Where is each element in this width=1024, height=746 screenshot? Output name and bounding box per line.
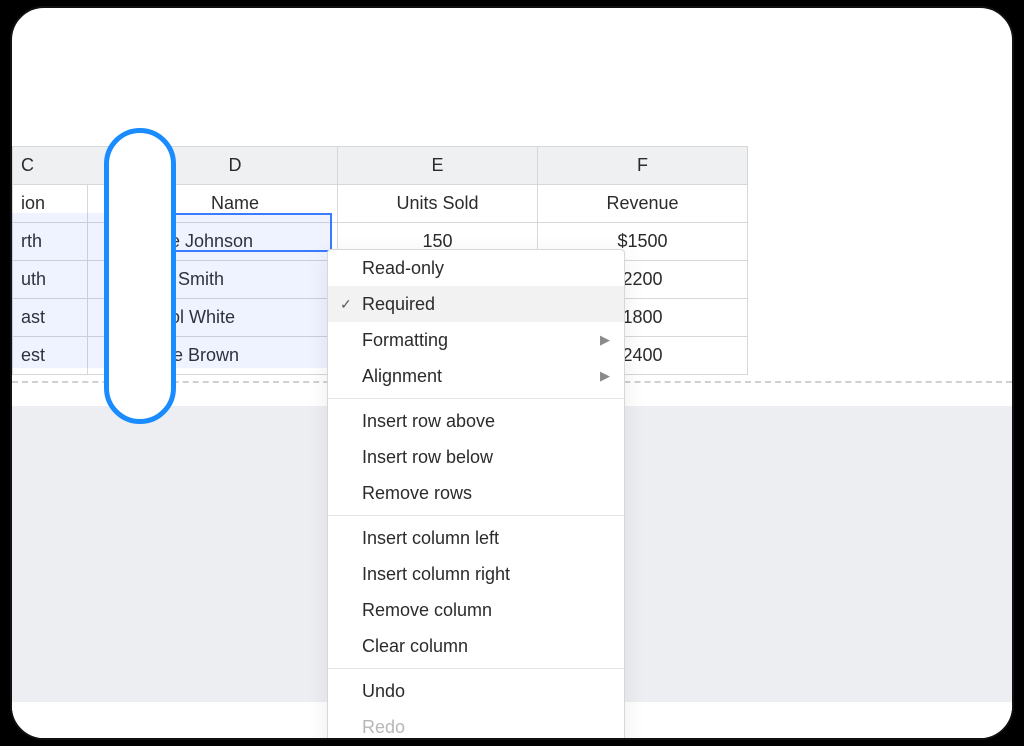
menu-remove-col[interactable]: Remove column [328, 592, 624, 628]
check-icon: ✓ [340, 286, 352, 322]
menu-insert-col-right[interactable]: Insert column right [328, 556, 624, 592]
menu-label: Formatting [362, 330, 448, 350]
col-header-c[interactable]: C [13, 147, 88, 185]
context-menu: Read-only ✓ Required Formatting ▶ Alignm… [327, 249, 625, 740]
menu-label: Read-only [362, 258, 444, 278]
header-cell-e[interactable]: Units Sold [338, 185, 538, 223]
required-icon: ✱ [115, 264, 127, 278]
menu-label: Insert row below [362, 447, 493, 467]
cell-c-2[interactable]: uth [13, 261, 88, 299]
menu-formatting[interactable]: Formatting ▶ [328, 322, 624, 358]
menu-label: Required [362, 294, 435, 314]
menu-label: Remove rows [362, 483, 472, 503]
cell-d-1[interactable]: Alice Johnson [133, 223, 338, 261]
required-icon: ✱ [115, 302, 127, 316]
cell-marker-2[interactable]: ✱ [88, 261, 133, 299]
required-icon: ✱ [115, 340, 127, 354]
menu-insert-row-below[interactable]: Insert row below [328, 439, 624, 475]
menu-undo[interactable]: Undo [328, 673, 624, 709]
header-cell-c[interactable]: ion [13, 185, 88, 223]
menu-insert-col-left[interactable]: Insert column left [328, 520, 624, 556]
header-cell-f[interactable]: Revenue [538, 185, 748, 223]
cell-marker-4[interactable]: ✱ [88, 337, 133, 375]
menu-read-only[interactable]: Read-only [328, 250, 624, 286]
col-header-marker[interactable] [88, 147, 133, 185]
menu-redo: Redo [328, 709, 624, 740]
menu-label: Remove column [362, 600, 492, 620]
cell-marker-1[interactable]: ✱ [88, 223, 133, 261]
cell-marker-3[interactable]: ✱ [88, 299, 133, 337]
cell-c-1[interactable]: rth [13, 223, 88, 261]
chevron-right-icon: ▶ [600, 322, 610, 358]
menu-remove-rows[interactable]: Remove rows [328, 475, 624, 511]
required-icon: ✱ [115, 226, 127, 240]
menu-required[interactable]: ✓ Required [328, 286, 624, 322]
cell-c-3[interactable]: ast [13, 299, 88, 337]
menu-label: Redo [362, 717, 405, 737]
menu-label: Insert column left [362, 528, 499, 548]
col-header-f[interactable]: F [538, 147, 748, 185]
menu-separator [328, 515, 624, 516]
menu-separator [328, 398, 624, 399]
menu-label: Undo [362, 681, 405, 701]
menu-label: Clear column [362, 636, 468, 656]
menu-label: Alignment [362, 366, 442, 386]
header-cell-d[interactable]: Name [133, 185, 338, 223]
col-header-e[interactable]: E [338, 147, 538, 185]
cell-d-2[interactable]: Bob Smith [133, 261, 338, 299]
menu-alignment[interactable]: Alignment ▶ [328, 358, 624, 394]
cell-d-3[interactable]: Carol White [133, 299, 338, 337]
cell-d-4[interactable]: Dave Brown [133, 337, 338, 375]
menu-separator [328, 668, 624, 669]
menu-clear-col[interactable]: Clear column [328, 628, 624, 664]
menu-label: Insert column right [362, 564, 510, 584]
col-header-d[interactable]: D [133, 147, 338, 185]
menu-label: Insert row above [362, 411, 495, 431]
chevron-right-icon: ▶ [600, 358, 610, 394]
cell-c-4[interactable]: est [13, 337, 88, 375]
header-cell-marker[interactable] [88, 185, 133, 223]
menu-insert-row-above[interactable]: Insert row above [328, 403, 624, 439]
